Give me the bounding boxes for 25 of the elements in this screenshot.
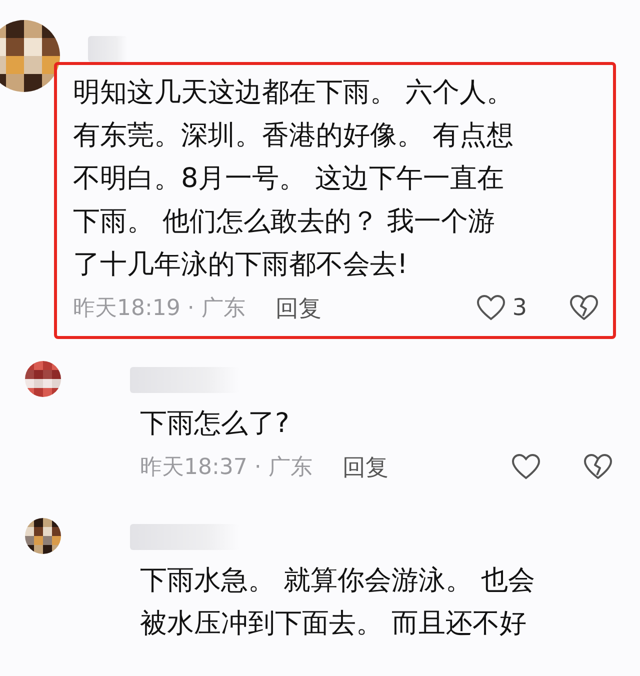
comment-text: 下雨。 他们怎么敢去的？ 我一个游 — [73, 205, 496, 239]
heart-icon — [511, 453, 541, 481]
comment-text: 了十几年泳的下雨都不会去! — [73, 248, 409, 282]
comment-meta: 昨天18:19 · 广东 — [73, 295, 246, 323]
like-count: 3 — [512, 295, 527, 321]
comment-text: 被水压冲到下面去。 而且还不好 — [140, 607, 528, 641]
broken-heart-icon — [569, 294, 599, 322]
comment-text: 有东莞。深圳。香港的好像。 有点想 — [73, 119, 515, 153]
reply-button[interactable]: 回复 — [275, 292, 322, 324]
comment-text: 不明白。8月一号。 这边下午一直在 — [73, 162, 505, 196]
dislike-button[interactable] — [583, 453, 613, 481]
comment-meta: 昨天18:37 · 广东 — [140, 454, 312, 482]
like-button[interactable] — [511, 453, 541, 481]
comment-text: 下雨怎么了? — [140, 407, 290, 441]
reply-button[interactable]: 回复 — [342, 452, 388, 482]
avatar[interactable] — [0, 20, 60, 92]
avatar[interactable] — [25, 361, 61, 397]
avatar[interactable] — [25, 518, 61, 554]
broken-heart-icon — [583, 453, 613, 481]
comment-text: 明知这几天这边都在下雨。 六个人。 — [73, 76, 515, 110]
blurred-username — [88, 36, 128, 62]
heart-icon — [476, 294, 506, 322]
dislike-button[interactable] — [569, 294, 599, 322]
comment-text: 下雨水急。 就算你会游泳。 也会 — [140, 564, 536, 598]
like-button[interactable]: 3 — [476, 294, 527, 322]
